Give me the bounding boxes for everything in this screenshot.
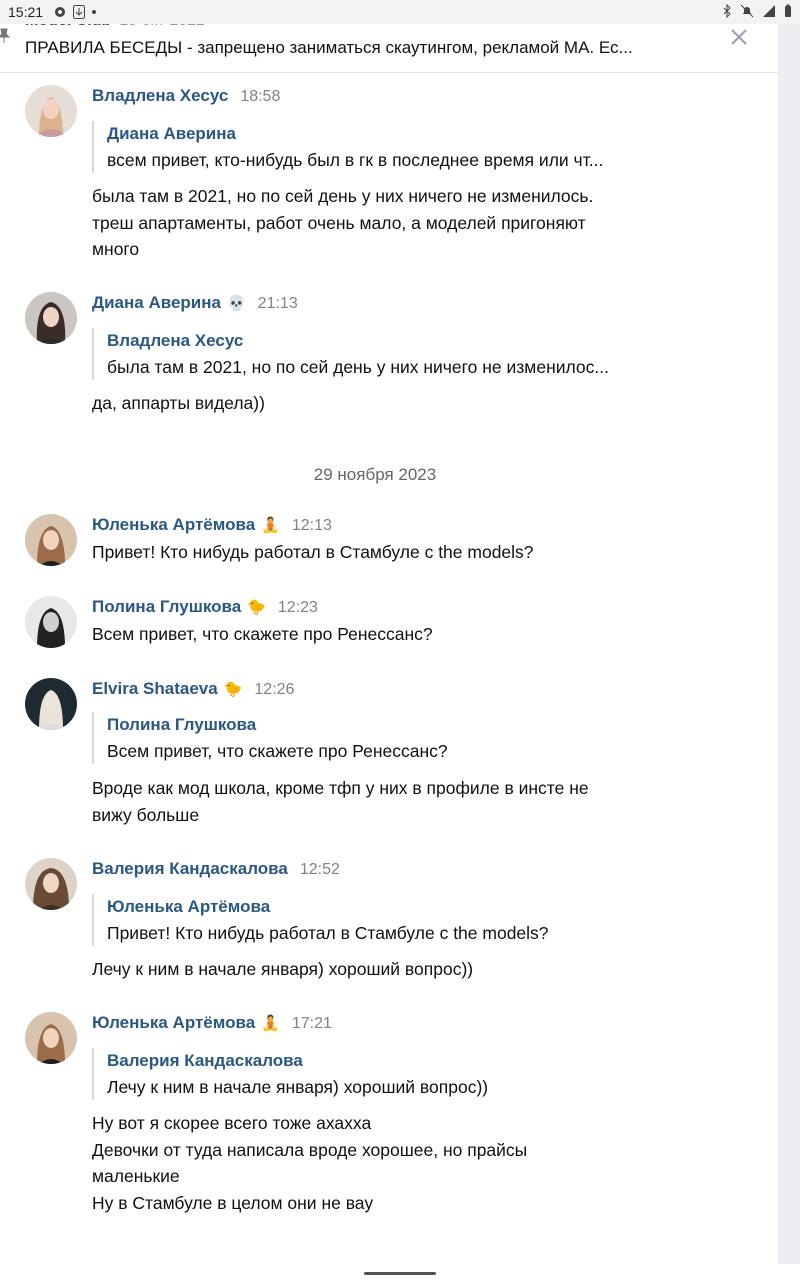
avatar[interactable]: [25, 678, 77, 730]
author-name[interactable]: Юленька Артёмова: [92, 1013, 255, 1033]
message-text: Вроде как мод школа, кроме тфп у них в п…: [92, 778, 589, 825]
reply-author: Полина Глушкова: [107, 715, 257, 734]
pin-icon: [0, 28, 10, 43]
pinned-text: ПРАВИЛА БЕСЕДЫ - запрещено заниматься ск…: [25, 38, 633, 57]
home-handle[interactable]: [364, 1272, 436, 1275]
reply-text: была там в 2021, но по сей день у них ни…: [107, 357, 609, 377]
reply-author: Диана Аверина: [107, 124, 236, 143]
message-time: 18:58: [240, 88, 281, 105]
author-name[interactable]: Валерия Кандаскалова: [92, 859, 288, 879]
chick-emoji-icon: 🐤: [223, 681, 243, 698]
avatar[interactable]: [25, 858, 77, 910]
date-separator: 29 ноября 2023: [313, 465, 437, 484]
signal-icon: [763, 5, 775, 17]
message-text: Всем привет, что скажете про Ренессанс?: [92, 624, 433, 644]
navigation-bar: [0, 1264, 800, 1280]
chick-emoji-icon: 🐤: [247, 599, 266, 616]
status-time: 15:21: [8, 4, 44, 20]
author-name[interactable]: Владлена Хесус: [92, 86, 228, 106]
message-header: Диана Аверина 💀 21:13: [92, 293, 298, 313]
reply-text: Привет! Кто нибудь работал в Стамбуле с …: [107, 923, 549, 943]
message-header: Полина Глушкова 🐤 12:23: [92, 597, 318, 617]
reply-author: Владлена Хесус: [107, 331, 244, 350]
message-header: Elvira Shataeva 🐤 12:26: [92, 679, 294, 699]
author-name[interactable]: Elvira Shataeva: [92, 679, 218, 699]
reply-quote[interactable]: Юленька Артёмова Привет! Кто нибудь рабо…: [92, 894, 549, 946]
reply-text: Лечу к ним в начале января) хороший вопр…: [107, 1077, 489, 1097]
message-header: Валерия Кандаскалова 12:52: [92, 859, 340, 879]
message-time: 17:21: [291, 1015, 332, 1032]
reply-author: Юленька Артёмова: [107, 897, 271, 916]
message-time: 21:13: [257, 295, 298, 312]
settings-icon: [55, 7, 66, 17]
download-icon: [73, 5, 86, 19]
reply-quote[interactable]: Владлена Хесус была там в 2021, но по се…: [92, 328, 609, 380]
close-icon[interactable]: [726, 24, 752, 50]
message-header: Владлена Хесус 18:58: [92, 86, 280, 106]
message-time: 12:23: [277, 599, 318, 616]
message-text: Ну вот я скорее всего тоже ахахха Девочк…: [92, 1113, 528, 1213]
message-time: 12:52: [299, 861, 340, 878]
author-name[interactable]: Полина Глушкова: [92, 597, 241, 617]
message-text: Привет! Кто нибудь работал в Стамбуле с …: [92, 542, 534, 562]
mute-icon: [740, 4, 754, 18]
reply-text: всем привет, кто-нибудь был в гк в после…: [107, 150, 604, 170]
avatar[interactable]: [25, 85, 77, 137]
reply-author: Валерия Кандаскалова: [107, 1051, 303, 1070]
status-bar: 15:21: [0, 0, 800, 24]
meditation-emoji-icon: 🧘: [261, 517, 280, 534]
skull-emoji-icon: 💀: [226, 295, 246, 312]
bluetooth-icon: [723, 4, 731, 18]
message-header: Юленька Артёмова 🧘 17:21: [92, 1013, 332, 1033]
message-time: 12:26: [254, 681, 295, 698]
message-text: Лечу к ним в начале января) хороший вопр…: [92, 959, 474, 979]
reply-quote[interactable]: Валерия Кандаскалова Лечу к ним в начале…: [92, 1048, 488, 1100]
message-header: Юленька Артёмова 🧘 12:13: [92, 515, 332, 535]
message-time: 12:13: [291, 517, 332, 534]
message-text: да, аппарты видела)): [92, 393, 265, 413]
battery-icon: [785, 4, 791, 17]
message-text: была там в 2021, но по сей день у них ни…: [92, 186, 594, 259]
scrollbar-track[interactable]: [778, 72, 800, 1264]
avatar[interactable]: [25, 514, 77, 566]
author-name[interactable]: Диана Аверина: [92, 293, 221, 313]
reply-quote[interactable]: Диана Аверина всем привет, кто-нибудь бы…: [92, 121, 603, 173]
reply-text: Всем привет, что скажете про Ренессанс?: [107, 741, 448, 761]
avatar[interactable]: [25, 292, 77, 344]
author-name[interactable]: Юленька Артёмова: [92, 515, 255, 535]
reply-quote[interactable]: Полина Глушкова Всем привет, что скажете…: [92, 712, 448, 764]
avatar[interactable]: [25, 596, 77, 648]
avatar[interactable]: [25, 1012, 77, 1064]
dot-icon: [92, 10, 97, 14]
meditation-emoji-icon: 🧘: [261, 1015, 280, 1032]
